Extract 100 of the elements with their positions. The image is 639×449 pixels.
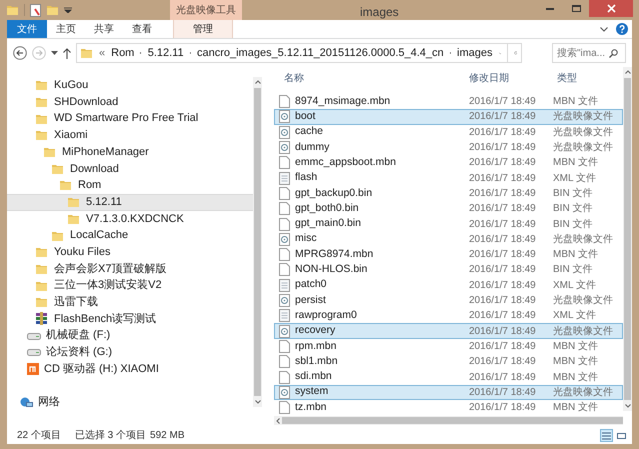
date-cell-text: 2016/1/7 18:49 [468,218,537,232]
file-row[interactable]: MPRG8974.mbn 2016/1/7 18:49 MBN 文件 [274,246,623,262]
file-row[interactable]: sdi.mbn 2016/1/7 18:49 MBN 文件 [274,369,623,385]
file-row[interactable]: patch0 2016/1/7 18:49 XML 文件 [274,278,623,293]
file-row[interactable]: rawprogram0 2016/1/7 18:49 XML 文件 [274,308,623,324]
breadcrumb[interactable]: cancro_images_5.12.11_20151126.0000.5_4.4_cn [196,44,444,62]
up-arrow-icon[interactable] [63,48,71,58]
tree-item[interactable]: FlashBench读写测试 [7,310,253,328]
file-row[interactable]: NON-HLOS.bin 2016/1/7 18:49 BIN 文件 [274,262,623,278]
file-name: cache [295,124,324,140]
ribbon-tab[interactable]: 主页 [47,20,85,38]
ribbon-tab[interactable]: 查看 [123,20,161,38]
breadcrumb[interactable]: 5.12.11 [148,44,184,62]
tree-item[interactable]: Xiaomi [7,127,253,144]
folder-icon [51,162,64,175]
column-header[interactable]: 修改日期 [465,70,553,86]
file-row[interactable]: emmc_appsboot.mbn 2016/1/7 18:49 MBN 文件 [274,155,623,170]
file-row[interactable]: dummy 2016/1/7 18:49 光盘映像文件 [274,140,623,156]
tree-item[interactable]: 5.12.11 [7,194,253,210]
search-field[interactable]: 搜索"ima... [552,43,626,63]
column-header[interactable]: 名称 [274,70,465,86]
file-name: MPRG8974.mbn [295,246,374,262]
date-cell-text: 2016/1/7 18:49 [468,186,537,201]
dropdown-icon[interactable] [64,7,72,13]
drive-icon [27,332,41,340]
tree-item[interactable]: WD Smartware Pro Free Trial [7,110,253,128]
type-cell-text: BIN 文件 [552,262,592,278]
file-name: boot [295,109,316,124]
file-row[interactable]: flash 2016/1/7 18:49 XML 文件 [274,170,623,186]
type-cell-text: XML 文件 [552,308,596,324]
disc-image-icon [279,324,290,338]
drive-item[interactable]: CD 驱动器 (H:) XIAOMI [7,360,253,378]
file-row[interactable]: gpt_main0.bin 2016/1/7 18:49 BIN 文件 [274,216,623,232]
close-button[interactable] [589,0,633,17]
help-icon[interactable] [616,23,628,35]
folder-icon [35,79,48,92]
drive-item[interactable]: 机械硬盘 (F:) [7,327,253,344]
disc-image-icon [279,141,290,154]
folder-icon [80,47,93,59]
drive-item[interactable]: 论坛资料 (G:) [7,344,253,361]
file-row[interactable]: recovery 2016/1/7 18:49 光盘映像文件 [274,323,623,339]
drive-logo-icon [27,363,39,376]
file-row[interactable]: system 2016/1/7 18:49 光盘映像文件 [274,384,623,400]
file-icon [279,401,290,414]
tree-item[interactable]: KuGou [7,77,253,94]
tree-item[interactable]: Download [7,160,253,178]
file-row[interactable]: boot 2016/1/7 18:49 光盘映像文件 [274,109,623,125]
file-row[interactable]: gpt_both0.bin 2016/1/7 18:49 BIN 文件 [274,201,623,216]
tree-item[interactable]: SHDownload [7,94,253,110]
file-row[interactable]: misc 2016/1/7 18:49 光盘映像文件 [274,232,623,247]
scrollbar[interactable] [623,67,632,411]
folder-icon [67,212,80,225]
close-icon [606,4,616,13]
network-item[interactable]: 网络 [7,394,253,412]
tree-item[interactable]: 会声会影X7顶置破解版 [7,260,253,278]
scroll-down-icon[interactable] [254,400,260,404]
file-row[interactable]: 8974_msimage.mbn 2016/1/7 18:49 MBN 文件 [274,94,623,110]
type-cell-text: 光盘映像文件 [552,110,613,124]
tree-item[interactable]: MiPhoneManager [7,144,253,160]
tree-item[interactable]: Rom [7,177,253,194]
scroll-down-icon[interactable] [624,404,630,408]
tree-item[interactable]: LocalCache [7,227,253,244]
caret-icon[interactable] [51,51,58,55]
folder-icon [35,96,48,108]
scroll-up-icon[interactable] [624,70,630,74]
file-row[interactable]: cache 2016/1/7 18:49 光盘映像文件 [274,124,623,140]
tree-item[interactable]: V7.1.3.0.KXDCNCK [7,210,253,228]
context-tab-header: 光盘映像工具 [170,0,242,20]
ribbon-tab[interactable]: 文件 [7,20,47,38]
file-name: rpm.mbn [295,338,336,354]
column-header[interactable]: 类型 [553,70,577,86]
file-row[interactable]: gpt_backup0.bin 2016/1/7 18:49 BIN 文件 [274,186,623,202]
address-bar[interactable]: « Rom 5.12.11 cancro_images_5.12.11_20151126.0000.5_4.4_cn images [76,43,522,63]
search-input[interactable]: 搜索"ima... [557,46,609,60]
tree-item[interactable]: Youku Files [7,244,253,261]
scrollbar[interactable] [253,77,262,407]
file-row[interactable]: rpm.mbn 2016/1/7 18:49 MBN 文件 [274,338,623,354]
horizontal-scrollbar[interactable] [274,416,623,425]
type-cell-text: MBN 文件 [552,156,598,170]
file-name: emmc_appsboot.mbn [295,154,396,170]
scroll-left-icon[interactable] [276,418,280,424]
ribbon-tab[interactable]: 共享 [85,20,123,38]
chevron-icon[interactable] [600,26,608,32]
tree-item[interactable]: 三位一体3测试安装V2 [7,277,253,294]
file-row[interactable]: sbl1.mbn 2016/1/7 18:49 MBN 文件 [274,354,623,370]
file-row[interactable]: persist 2016/1/7 18:49 光盘映像文件 [274,292,623,308]
breadcrumb[interactable]: images [457,44,492,62]
tree-item[interactable]: 迅雷下载 [7,294,253,311]
date-cell-text: 2016/1/7 18:49 [468,309,537,324]
back-icon[interactable] [13,46,27,60]
folder-icon [35,280,48,292]
breadcrumb-overflow[interactable]: « [99,44,106,62]
date-cell-text: 2016/1/7 18:49 [468,370,537,384]
breadcrumb[interactable]: Rom [111,44,134,62]
scroll-up-icon[interactable] [254,80,260,84]
ribbon-tab[interactable]: 管理 [173,20,233,38]
file-row[interactable]: tz.mbn 2016/1/7 18:49 MBN 文件 [274,400,623,416]
details-view-button[interactable] [600,429,613,442]
date-cell-text: 2016/1/7 18:49 [468,355,537,370]
type-cell-text: BIN 文件 [552,218,592,232]
